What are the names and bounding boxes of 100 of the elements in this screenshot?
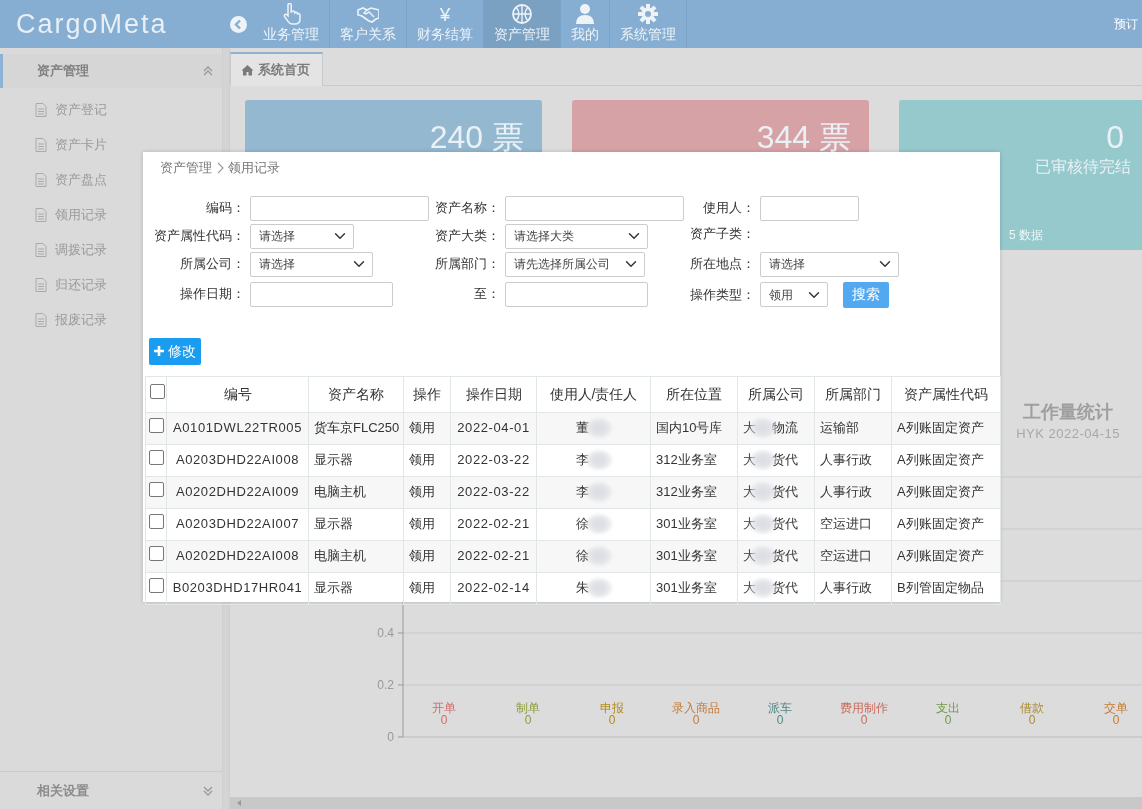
input-field[interactable] — [760, 195, 859, 221]
expand-icon[interactable] — [202, 784, 214, 797]
table-cell: 显示器 — [308, 572, 404, 604]
table-cell: 301业务室 — [650, 572, 738, 604]
company-name: 大 — [743, 451, 756, 467]
table-cell: 2022-02-21 — [450, 540, 537, 572]
search-button[interactable]: 搜索 — [843, 281, 889, 308]
nav-tab[interactable]: 系统管理 — [610, 0, 687, 48]
order-link[interactable]: 预订 — [1114, 15, 1138, 33]
input-field[interactable] — [250, 281, 393, 307]
stat-footer: 5 数据 — [1009, 226, 1043, 244]
column-header: 所属公司 — [737, 376, 815, 412]
field-label: 至： — [473, 285, 501, 304]
field-label: 资产属性代码： — [153, 227, 246, 246]
category-label: 开单 — [432, 701, 456, 716]
dropdown[interactable]: 请选择 — [250, 251, 373, 277]
document-icon — [35, 172, 47, 187]
stat-caption: 已审核待完结 — [1034, 157, 1132, 178]
column-header: 操作日期 — [450, 376, 537, 412]
table-cell: 2022-03-22 — [450, 476, 537, 508]
table-cell: 312业务室 — [650, 444, 738, 476]
dropdown[interactable]: 请选择 — [250, 223, 354, 249]
tick-label: 0.4 — [377, 626, 394, 641]
collapse-icon[interactable] — [230, 15, 247, 33]
row-checkbox[interactable] — [149, 546, 164, 562]
field-label: 编码： — [205, 199, 246, 218]
table-cell: A0202DHD22AI009 — [166, 476, 309, 508]
table-cell: A0203DHD22AI007 — [166, 508, 309, 540]
field-label: 资产子类： — [689, 224, 756, 243]
table-cell: 312业务室 — [650, 476, 738, 508]
input-field[interactable] — [505, 195, 684, 221]
category-label: 制单 — [516, 701, 540, 716]
user-name: 徐 — [575, 515, 589, 531]
company-name: 大 — [743, 579, 756, 595]
document-icon — [35, 137, 47, 152]
table-cell: 领用 — [403, 476, 451, 508]
table-cell: 货车京FLC250 — [308, 412, 404, 444]
dropdown[interactable]: 请先选择所属公司 — [505, 251, 645, 277]
chart-title: 工作量统计 — [1023, 402, 1114, 424]
table-cell: A列账固定资产 — [891, 444, 1001, 476]
ball-icon — [511, 3, 533, 25]
sidebar-item[interactable]: 资产登记 — [0, 92, 222, 127]
category-label: 派车 — [768, 701, 792, 716]
table-cell: 电脑主机 — [308, 476, 404, 508]
nav-tab[interactable]: 资产管理 — [484, 0, 561, 48]
row-checkbox[interactable] — [149, 450, 164, 466]
row-checkbox[interactable] — [149, 514, 164, 530]
dropdown[interactable]: 领用 — [760, 282, 828, 307]
table-cell: 显示器 — [308, 508, 404, 540]
page-tab[interactable]: 系统首页 — [230, 52, 323, 86]
company-name: 大 — [743, 547, 756, 563]
input-field[interactable] — [250, 195, 429, 221]
dropdown[interactable]: 请选择大类 — [505, 223, 648, 249]
select-all-checkbox[interactable] — [150, 383, 165, 399]
value-label: 0 — [440, 713, 448, 728]
row-checkbox[interactable] — [149, 482, 164, 498]
edit-button[interactable]: 修改 — [149, 337, 201, 365]
table-cell: 显示器 — [308, 444, 404, 476]
sidebar-item[interactable]: 报废记录 — [0, 302, 222, 337]
row-checkbox[interactable] — [149, 578, 164, 594]
collapse-icon[interactable] — [202, 65, 214, 77]
document-icon — [35, 277, 47, 292]
field-label: 操作类型： — [689, 285, 756, 304]
company-name: 物流 — [772, 419, 798, 435]
company-name: 货代 — [772, 515, 798, 531]
value-label: 0 — [1028, 713, 1036, 728]
table-cell: 电脑主机 — [308, 540, 404, 572]
stat-value: 344 票 — [755, 118, 852, 156]
table-cell: A列账固定资产 — [891, 476, 1001, 508]
row-checkbox[interactable] — [149, 418, 164, 434]
user-name: 李 — [575, 483, 589, 499]
document-icon — [35, 242, 47, 257]
dropdown[interactable]: 请选择 — [760, 251, 899, 277]
value-label: 0 — [1112, 713, 1120, 728]
user-name: 徐 — [575, 547, 589, 563]
column-header: 所在位置 — [650, 376, 738, 412]
table-cell: 2022-04-01 — [450, 412, 537, 444]
value-label: 0 — [608, 713, 616, 728]
column-header: 使用人/责任人 — [536, 376, 651, 412]
nav-tab[interactable]: 我的 — [561, 0, 610, 48]
scrollbar[interactable] — [230, 797, 1142, 809]
nav-tab[interactable]: 业务管理 — [253, 0, 330, 48]
category-label: 录入商品 — [672, 701, 720, 716]
company-name: 货代 — [772, 483, 798, 499]
table-cell: 人事行政 — [814, 572, 892, 604]
user-name: 董 — [575, 419, 589, 435]
input-field[interactable] — [505, 281, 648, 307]
sidebar-section-title[interactable]: 相关设置 — [37, 780, 202, 801]
table-cell: 运输部 — [814, 412, 892, 444]
table-cell: 领用 — [403, 444, 451, 476]
user-name: 李 — [575, 451, 589, 467]
value-label: 0 — [860, 713, 868, 728]
document-icon — [35, 312, 47, 327]
table-cell: 人事行政 — [814, 444, 892, 476]
table-cell: B列管固定物品 — [891, 572, 1001, 604]
scroll-left-icon[interactable] — [235, 799, 243, 807]
nav-tab[interactable]: 客户关系 — [330, 0, 407, 48]
field-label: 操作日期： — [179, 285, 246, 304]
tick-label: 0.2 — [377, 678, 394, 693]
category-label: 交单 — [1104, 701, 1128, 716]
